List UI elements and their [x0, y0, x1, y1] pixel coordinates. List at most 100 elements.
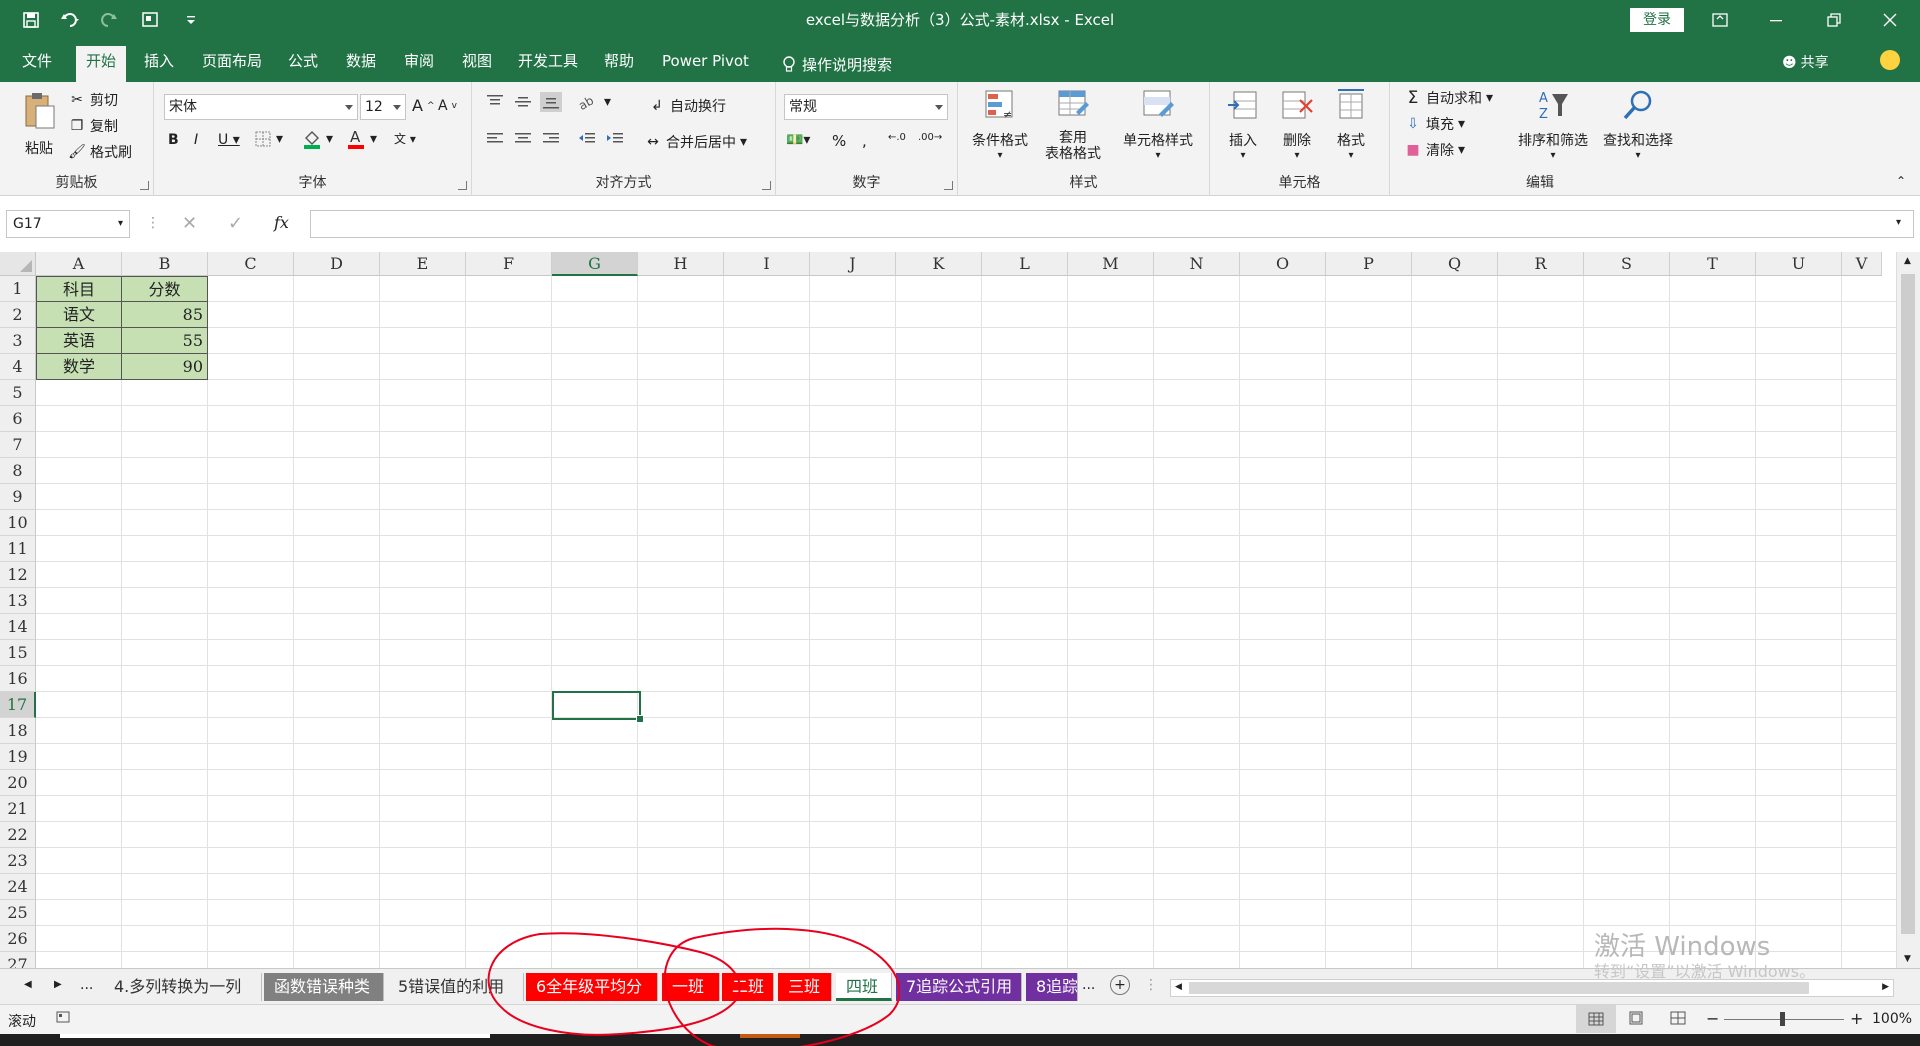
page-break-view-icon[interactable] [1670, 1011, 1686, 1025]
column-header-h[interactable]: H [638, 252, 724, 276]
cell-b3[interactable]: 55 [122, 328, 208, 354]
sheet-tab-4[interactable]: 4.多列转换为一列 [104, 973, 262, 1001]
row-header-19[interactable]: 19 [0, 744, 36, 770]
column-header-p[interactable]: P [1326, 252, 1412, 276]
column-header-g[interactable]: G [552, 252, 638, 276]
restore-icon[interactable] [1806, 0, 1862, 40]
paste-button[interactable]: 粘贴 [16, 90, 62, 158]
tab-power-pivot[interactable]: Power Pivot [652, 48, 759, 82]
cell-styles-button[interactable]: 单元格样式 ▾ [1114, 88, 1202, 161]
decrease-indent-icon[interactable] [578, 132, 596, 146]
row-header-16[interactable]: 16 [0, 666, 36, 692]
fill-button[interactable]: ⇩ 填充 ▾ [1404, 114, 1465, 134]
sheet-tab-class-3[interactable]: 三班 [778, 973, 832, 1001]
row-header-13[interactable]: 13 [0, 588, 36, 614]
insert-cells-button[interactable]: 插入 ▾ [1218, 88, 1268, 161]
row-header-27[interactable]: 27 [0, 952, 36, 968]
zoom-slider-thumb[interactable] [1780, 1012, 1785, 1026]
percent-style-icon[interactable]: % [832, 132, 846, 150]
sheet-tab-class-1[interactable]: 一班 [662, 973, 720, 1001]
cell-area[interactable]: 科目 分数 语文 85 英语 55 数学 90 [36, 276, 1896, 968]
cell-a2[interactable]: 语文 [36, 302, 122, 328]
row-header-26[interactable]: 26 [0, 926, 36, 952]
page-layout-view-icon[interactable] [1628, 1011, 1644, 1025]
cell-a1[interactable]: 科目 [36, 276, 122, 302]
zoom-level[interactable]: 100% [1872, 1011, 1912, 1027]
alignment-launcher-icon[interactable] [762, 181, 771, 190]
fill-color-button[interactable]: ▾ [302, 128, 333, 150]
column-header-b[interactable]: B [122, 252, 208, 276]
row-header-12[interactable]: 12 [0, 562, 36, 588]
column-header-t[interactable]: T [1670, 252, 1756, 276]
bold-button[interactable]: B [168, 132, 179, 148]
row-header-9[interactable]: 9 [0, 484, 36, 510]
number-format-combo[interactable]: 常规 [784, 94, 948, 120]
column-header-n[interactable]: N [1154, 252, 1240, 276]
column-header-s[interactable]: S [1584, 252, 1670, 276]
tell-me-search[interactable]: 操作说明搜索 [772, 48, 902, 82]
cancel-entry-icon[interactable]: ✕ [182, 213, 197, 234]
column-header-f[interactable]: F [466, 252, 552, 276]
column-header-e[interactable]: E [380, 252, 466, 276]
row-header-17[interactable]: 17 [0, 692, 36, 718]
accounting-format-icon[interactable]: 💵▾ [786, 132, 810, 148]
row-header-11[interactable]: 11 [0, 536, 36, 562]
row-header-18[interactable]: 18 [0, 718, 36, 744]
confirm-entry-icon[interactable]: ✓ [228, 213, 243, 234]
column-header-m[interactable]: M [1068, 252, 1154, 276]
borders-button[interactable]: ▾ [254, 130, 283, 148]
select-all-button[interactable] [0, 252, 36, 276]
font-size-combo[interactable]: 12 [360, 94, 406, 120]
autosum-button[interactable]: Σ 自动求和 ▾ [1404, 88, 1493, 108]
row-header-6[interactable]: 6 [0, 406, 36, 432]
minimize-icon[interactable] [1748, 0, 1804, 40]
merge-center-button[interactable]: ↔ 合并后居中 ▾ [644, 132, 747, 152]
row-header-10[interactable]: 10 [0, 510, 36, 536]
comma-style-icon[interactable]: , [862, 132, 867, 150]
column-header-o[interactable]: O [1240, 252, 1326, 276]
tab-developer[interactable]: 开发工具 [508, 48, 588, 82]
feedback-smiley-icon[interactable] [1880, 50, 1900, 70]
underline-button[interactable]: U ▾ [218, 132, 240, 148]
orientation-icon[interactable]: ab ▾ [578, 94, 611, 110]
column-header-k[interactable]: K [896, 252, 982, 276]
decrease-decimal-icon[interactable]: .00→ [918, 132, 942, 143]
row-header-3[interactable]: 3 [0, 328, 36, 354]
new-sheet-icon[interactable]: + [1110, 975, 1130, 995]
sheet-tab-class-2[interactable]: 二班 [722, 973, 774, 1001]
align-middle-icon[interactable] [514, 94, 532, 110]
tab-review[interactable]: 审阅 [394, 48, 444, 82]
tab-splitter-icon[interactable]: ⋮ [1144, 977, 1158, 993]
formula-bar-drag-icon[interactable]: ⋮ [146, 215, 160, 231]
vertical-scrollbar[interactable]: ▲ ▼ [1896, 252, 1920, 968]
cell-b2[interactable]: 85 [122, 302, 208, 328]
customize-qat-icon[interactable] [134, 6, 168, 34]
grow-font-icon[interactable]: A ^ [412, 96, 435, 115]
sheet-tab-5[interactable]: 5错误值的利用 [388, 973, 524, 1001]
row-header-4[interactable]: 4 [0, 354, 36, 380]
shrink-font-icon[interactable]: Av [438, 98, 457, 114]
tab-view[interactable]: 视图 [452, 48, 502, 82]
tab-insert[interactable]: 插入 [134, 48, 184, 82]
column-header-c[interactable]: C [208, 252, 294, 276]
scroll-up-icon[interactable]: ▲ [1904, 256, 1911, 266]
font-color-button[interactable]: A ▾ [346, 128, 377, 150]
horizontal-scroll-thumb[interactable] [1189, 982, 1809, 994]
row-header-7[interactable]: 7 [0, 432, 36, 458]
ribbon-display-icon[interactable] [1692, 0, 1748, 40]
italic-button[interactable]: I [194, 132, 198, 148]
share-button[interactable]: ☻ 共享 [1782, 52, 1829, 72]
increase-indent-icon[interactable] [606, 132, 624, 146]
font-name-combo[interactable]: 宋体 [164, 94, 358, 120]
align-bottom-icon[interactable] [540, 92, 562, 112]
row-header-15[interactable]: 15 [0, 640, 36, 666]
column-header-a[interactable]: A [36, 252, 122, 276]
align-center-icon[interactable] [514, 132, 532, 146]
cut-button[interactable]: ✂ 剪切 [68, 90, 118, 110]
save-icon[interactable] [14, 6, 48, 34]
sort-filter-button[interactable]: AZ 排序和筛选 ▾ [1514, 88, 1592, 161]
sheet-tab-class-4[interactable]: 四班 [836, 973, 892, 1001]
next-sheet-icon[interactable]: ▶ [54, 979, 62, 990]
scroll-left-icon[interactable]: ◀ [1175, 982, 1182, 992]
column-header-d[interactable]: D [294, 252, 380, 276]
